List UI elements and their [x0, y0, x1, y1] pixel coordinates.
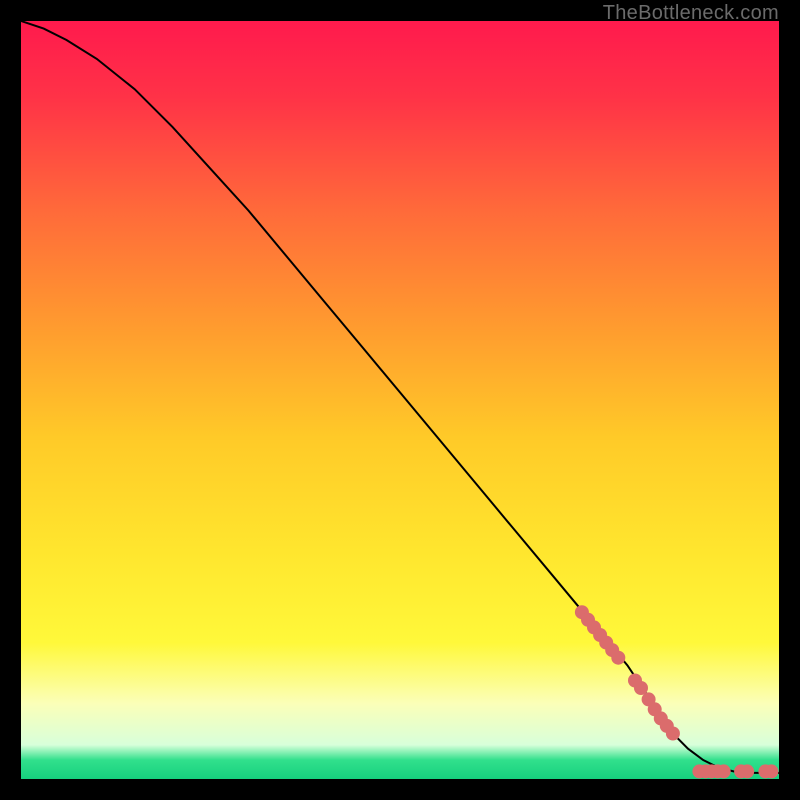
data-marker: [634, 681, 648, 695]
data-marker: [717, 764, 731, 778]
data-marker: [764, 764, 778, 778]
bottleneck-curve: [21, 21, 779, 773]
data-marker: [666, 727, 680, 741]
curve-overlay: [21, 21, 779, 779]
plot-area: [21, 21, 779, 779]
data-markers: [575, 605, 779, 778]
data-marker: [611, 651, 625, 665]
chart-frame: TheBottleneck.com: [0, 0, 800, 800]
data-marker: [740, 764, 754, 778]
